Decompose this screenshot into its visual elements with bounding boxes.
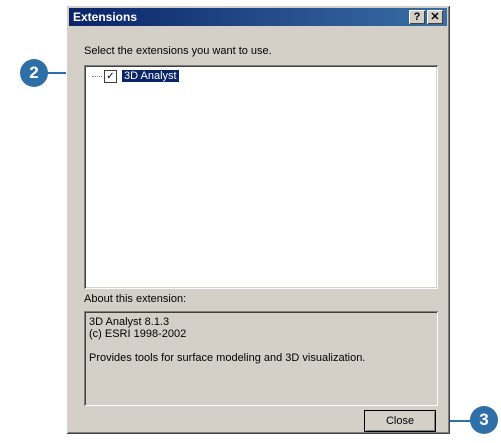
checkbox-3d-analyst[interactable]: ✓ xyxy=(104,69,117,83)
window-title: Extensions xyxy=(73,10,138,24)
callout-step-2: 2 xyxy=(20,59,48,87)
about-copyright: (c) ESRI 1998-2002 xyxy=(89,328,187,340)
close-button[interactable]: Close xyxy=(364,410,436,432)
help-button[interactable]: ? xyxy=(409,10,425,24)
help-icon: ? xyxy=(413,11,421,23)
tree-connector xyxy=(92,75,102,77)
list-item-label: 3D Analyst xyxy=(122,70,179,82)
list-item-3d-analyst[interactable]: ✓ 3D Analyst xyxy=(92,69,179,83)
extensions-dialog: Extensions ? ✕ Select the extensions you… xyxy=(66,5,450,434)
about-spacer xyxy=(89,340,433,352)
extensions-list[interactable]: ✓ 3D Analyst xyxy=(84,65,438,289)
title-bar: Extensions ? ✕ xyxy=(69,8,447,26)
about-text-box: 3D Analyst 8.1.3 (c) ESRI 1998-2002 Prov… xyxy=(84,311,438,406)
about-version: 3D Analyst 8.1.3 xyxy=(89,316,170,328)
instruction-label: Select the extensions you want to use. xyxy=(84,45,272,57)
about-description: Provides tools for surface modeling and … xyxy=(89,352,366,364)
about-label: About this extension: xyxy=(84,293,187,305)
title-close-button[interactable]: ✕ xyxy=(427,10,443,24)
close-icon: ✕ xyxy=(430,11,440,23)
callout-step-3: 3 xyxy=(470,406,498,434)
